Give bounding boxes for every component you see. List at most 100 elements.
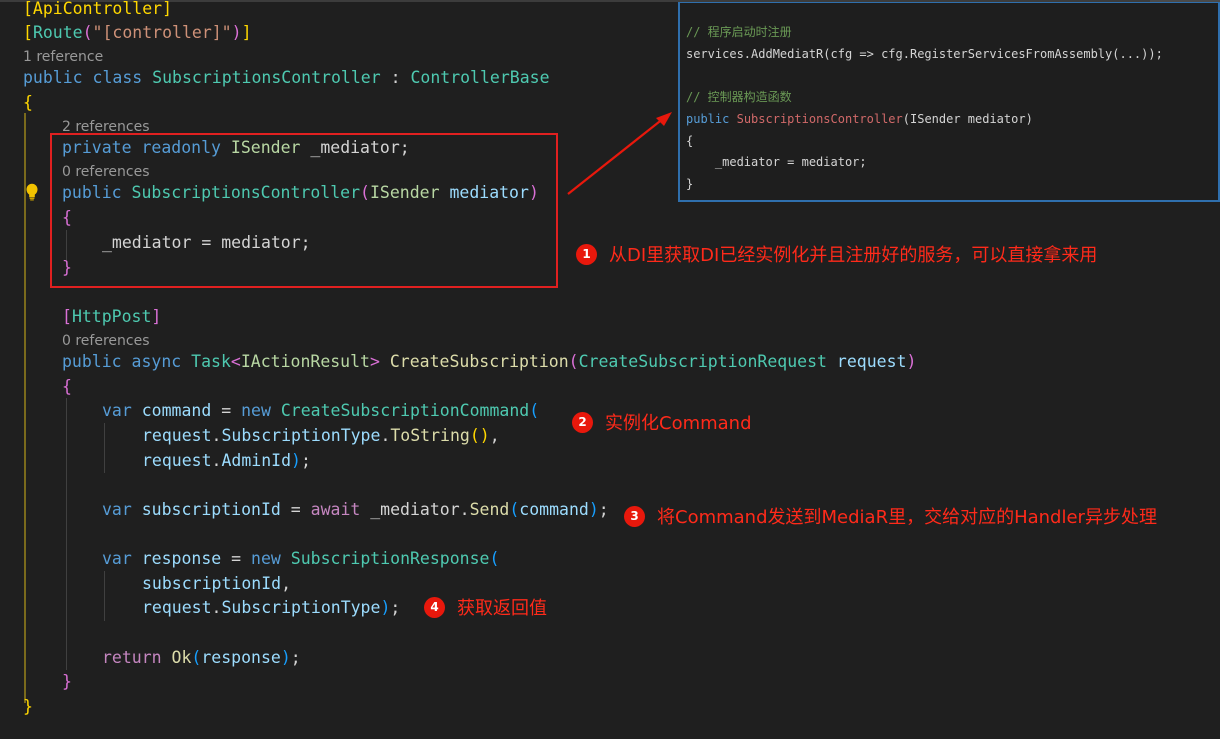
annotation-text: 从DI里获取DI已经实例化并且注册好的服务，可以直接拿来用 [609,245,1098,266]
method-open-brace: { [62,377,72,396]
request-ref: request [142,426,212,445]
api-controller-attr-text: [ApiController] [23,0,173,18]
annotation-4: 4 获取返回值 [424,594,547,620]
code-line-response-decl[interactable]: var response = new SubscriptionResponse( [102,547,499,571]
keyword-public: public [23,68,83,87]
method-param-name: request [836,352,907,371]
codelens-method-references[interactable]: 0 references [62,332,150,350]
code-line-response-arg2[interactable]: request.SubscriptionType); [142,596,400,620]
annotation-number: 4 [424,596,445,618]
subscription-id-arg: subscriptionId [142,574,282,593]
httppost-attribute: HttpPost [71,307,152,326]
popup-close-brace: } [686,177,694,191]
keyword-var: var [102,500,132,519]
code-line-2[interactable]: [Route("[controller]")] [23,21,252,45]
var-subscription-id: subscriptionId [141,500,281,519]
keyword-new: new [251,549,281,568]
request-ref: request [142,598,212,617]
code-line-ctor-close[interactable]: } [62,256,72,280]
request-ref: request [142,451,212,470]
indent-guide-args1 [104,423,105,473]
annotation-number: 2 [572,411,593,433]
popup-add-mediatr: services.AddMediatR(cfg => cfg.RegisterS… [686,47,1163,61]
route-string: "[controller]" [92,23,232,42]
codelens-class-references[interactable]: 1 reference [23,48,103,66]
route-attribute: Route [32,23,83,42]
keyword-await: await [310,500,361,519]
code-line-ctor-assign[interactable]: _mediator = mediator; [102,231,311,255]
annotation-text: 将Command发送到MediaR里，交给对应的Handler异步处理 [657,507,1157,528]
codelens-ctor-references[interactable]: 0 references [62,163,150,181]
keyword-public: public [62,183,122,202]
keyword-class: class [92,68,143,87]
indent-guide-args2 [104,571,105,621]
annotation-text: 获取返回值 [457,598,547,619]
code-line-method-close[interactable]: } [62,670,72,694]
code-line-response-arg1[interactable]: subscriptionId, [142,572,291,596]
ctor-name: SubscriptionsController [131,183,361,202]
code-line-class-open[interactable]: { [23,91,33,115]
ctor-open-brace: { [62,208,72,227]
code-line-command-arg1[interactable]: request.SubscriptionType.ToString(), [142,424,500,448]
ctor-param-name: mediator [449,183,529,202]
return-type-task: Task [191,352,231,371]
tostring-call: ToString [390,426,470,445]
popup-comment-startup: // 程序启动时注册 [686,25,792,39]
return-arg: response [201,648,281,667]
code-line-class-close[interactable]: } [23,695,33,719]
popup-ctor-params: (ISender mediator) [902,112,1033,126]
popup-comment-ctor: // 控制器构造函数 [686,90,792,104]
annotation-1: 1 从DI里获取DI已经实例化并且注册好的服务，可以直接拿来用 [576,241,1097,267]
base-class-name: ControllerBase [410,68,550,87]
class-name: SubscriptionsController [152,68,381,87]
method-param-type: CreateSubscriptionRequest [578,352,827,371]
code-line-1-fix: [ApiController] [23,0,172,21]
colon: : [380,68,411,87]
popup-keyword-public: public [686,112,730,126]
annotation-3: 3 将Command发送到MediaR里，交给对应的Handler异步处理 [624,503,1157,529]
mediator-ref: _mediator [370,500,460,519]
response-type: SubscriptionResponse [290,549,490,568]
code-line-return[interactable]: return Ok(response); [102,646,301,670]
lightbulb-icon[interactable] [25,183,39,201]
class-open-brace: { [23,93,33,112]
ctor-close-brace: } [62,258,72,277]
code-line-command-decl[interactable]: var command = new CreateSubscriptionComm… [102,399,539,423]
keyword-public: public [62,352,122,371]
keyword-private: private [62,138,132,157]
field-type: ISender [230,138,301,157]
admin-id-prop: AdminId [221,451,292,470]
ok-call: Ok [171,648,192,667]
registration-snippet-panel: // 程序启动时注册 services.AddMediatR(cfg => cf… [678,2,1220,202]
var-response: response [141,549,222,568]
keyword-new: new [241,401,271,420]
keyword-var: var [102,549,132,568]
ctor-assignment: _mediator = mediator; [102,233,311,252]
popup-ctor-name: SubscriptionsController [736,112,903,126]
class-close-brace: } [23,697,33,716]
code-line-ctor[interactable]: public SubscriptionsController(ISender m… [62,181,539,205]
subscription-type-prop: SubscriptionType [221,426,381,445]
popup-assign: _mediator = mediator; [686,155,867,169]
code-line-method-decl[interactable]: public async Task<IActionResult> CreateS… [62,350,916,374]
code-line-send[interactable]: var subscriptionId = await _mediator.Sen… [102,498,609,522]
popup-ctor-line: public SubscriptionsController(ISender m… [686,111,1033,127]
keyword-async: async [131,352,182,371]
code-line-httppost[interactable]: [HttpPost] [62,305,161,329]
var-command: command [141,401,212,420]
annotation-number: 1 [576,243,597,265]
keyword-var: var [102,401,132,420]
code-line-class-decl[interactable]: public class SubscriptionsController : C… [23,66,550,90]
annotation-number: 3 [624,505,645,527]
send-arg: command [519,500,589,519]
code-line-field[interactable]: private readonly ISender _mediator; [62,136,410,160]
code-line-method-open[interactable]: { [62,375,72,399]
annotation-2: 2 实例化Command [572,409,752,435]
field-name: _mediator; [310,138,410,157]
indent-guide-method [66,398,67,670]
pointer-arrow-icon [567,112,672,195]
code-line-command-arg2[interactable]: request.AdminId); [142,449,311,473]
subscription-type-prop: SubscriptionType [221,598,381,617]
code-line-ctor-open[interactable]: { [62,206,72,230]
ctor-param-type: ISender [369,183,440,202]
